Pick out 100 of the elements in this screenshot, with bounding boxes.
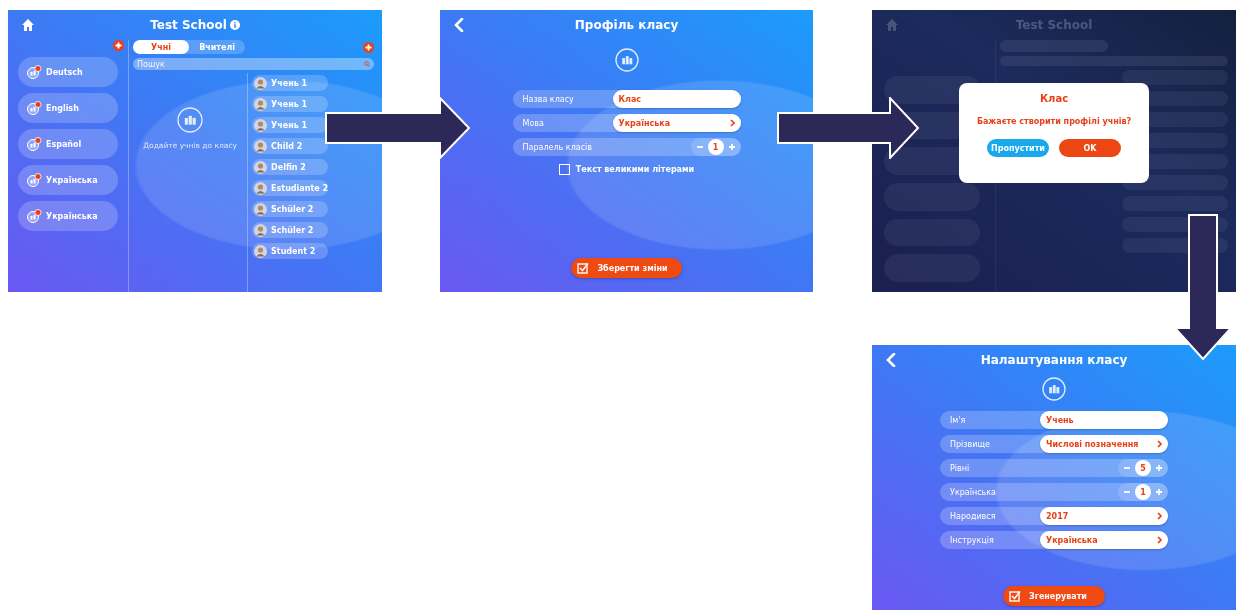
field-label: Назва класу bbox=[521, 94, 575, 104]
screen-title: Налаштування класу bbox=[980, 353, 1128, 367]
student-name: Student 2 bbox=[271, 246, 316, 256]
back-icon[interactable] bbox=[454, 18, 464, 32]
minus-icon[interactable] bbox=[1123, 464, 1131, 472]
student-name: Schüler 2 bbox=[271, 225, 314, 235]
add-icon[interactable] bbox=[363, 41, 374, 53]
tab[interactable]: Учні bbox=[133, 40, 190, 54]
class-card[interactable]: Українська bbox=[18, 201, 118, 231]
dropdown-value: Українська bbox=[618, 118, 671, 128]
chevron-icon bbox=[1157, 536, 1162, 544]
student-name: Учень 1 bbox=[271, 78, 308, 88]
action-button[interactable]: Зберегти зміни bbox=[571, 258, 682, 278]
class-icon bbox=[26, 101, 42, 115]
class-group-icon bbox=[1042, 377, 1066, 401]
student-row[interactable]: Учень 1 bbox=[252, 75, 328, 91]
home-icon bbox=[886, 19, 898, 31]
search-icon bbox=[364, 61, 370, 67]
checklist-icon bbox=[577, 262, 590, 274]
student-name: Schüler 2 bbox=[271, 204, 314, 214]
avatar-icon bbox=[254, 76, 268, 90]
field-label: Рівні bbox=[949, 463, 971, 473]
class-name: Українська bbox=[46, 211, 98, 221]
dialog-message: Бажаєте створити профілі учнів? bbox=[976, 117, 1132, 126]
ok-button[interactable]: OK bbox=[1059, 139, 1121, 157]
avatar-icon bbox=[254, 118, 268, 132]
student-row[interactable]: Учень 1 bbox=[252, 117, 328, 133]
info-icon[interactable] bbox=[229, 20, 240, 30]
avatar-icon bbox=[254, 97, 268, 111]
student-name: Estudiante 2 bbox=[271, 183, 328, 193]
chevron-icon bbox=[1157, 440, 1162, 448]
student-row[interactable]: Учень 1 bbox=[252, 96, 328, 112]
field-label: Інструкція bbox=[949, 535, 995, 545]
minus-icon[interactable] bbox=[1123, 488, 1131, 496]
field-label: Народився bbox=[949, 511, 997, 521]
stepper-value: 1 bbox=[1135, 484, 1151, 500]
dropdown-value: Числові позначення bbox=[1046, 439, 1139, 449]
dialog-title: Клас bbox=[1039, 93, 1069, 104]
class-card[interactable]: Українська bbox=[18, 165, 118, 195]
student-row[interactable]: Estudiante 2 bbox=[252, 180, 328, 196]
screen-title: Test School bbox=[150, 18, 227, 32]
avatar-icon bbox=[254, 223, 268, 237]
class-name: Deutsch bbox=[46, 67, 83, 77]
dropdown[interactable]: Українська bbox=[612, 114, 741, 132]
avatar-icon bbox=[254, 244, 268, 258]
student-name: Учень 1 bbox=[271, 120, 308, 130]
avatar-icon bbox=[254, 202, 268, 216]
student-row[interactable]: Delfin 2 bbox=[252, 159, 328, 175]
student-row[interactable]: Child 2 bbox=[252, 138, 328, 154]
action-button[interactable]: Згенерувати bbox=[1003, 586, 1105, 606]
class-icon bbox=[26, 137, 42, 151]
stepper-value: 1 bbox=[707, 139, 724, 155]
plus-icon[interactable] bbox=[1155, 488, 1163, 496]
dropdown[interactable]: Українська bbox=[1040, 531, 1168, 549]
class-card[interactable]: Español bbox=[18, 129, 118, 159]
dropdown-value: Українська bbox=[1046, 535, 1098, 545]
minus-icon[interactable] bbox=[695, 143, 704, 151]
plus-icon[interactable] bbox=[727, 143, 736, 151]
class-icon bbox=[26, 173, 42, 187]
add-icon[interactable] bbox=[113, 40, 125, 51]
field-label: Мова bbox=[521, 118, 545, 128]
tab[interactable]: Вчителі bbox=[189, 40, 246, 54]
home-icon[interactable] bbox=[22, 19, 34, 31]
field-label: Паралель класів bbox=[521, 142, 593, 152]
avatar-icon bbox=[254, 181, 268, 195]
stepper-value: 5 bbox=[1135, 460, 1151, 476]
class-group-icon bbox=[177, 107, 204, 133]
chevron-icon bbox=[1157, 512, 1162, 520]
class-name: Українська bbox=[46, 175, 98, 185]
back-icon[interactable] bbox=[886, 353, 896, 367]
class-icon bbox=[26, 209, 42, 223]
student-row[interactable]: Schüler 2 bbox=[252, 222, 328, 238]
class-icon bbox=[26, 65, 42, 79]
class-name: Español bbox=[46, 139, 82, 149]
dropdown[interactable]: 2017 bbox=[1040, 507, 1168, 525]
student-row[interactable]: Schüler 2 bbox=[252, 201, 328, 217]
student-name: Delfin 2 bbox=[271, 162, 306, 172]
avatar-icon bbox=[254, 160, 268, 174]
dropdown-value: 2017 bbox=[1046, 511, 1069, 521]
dropdown[interactable]: Числові позначення bbox=[1040, 435, 1168, 453]
screen-title: Профіль класу bbox=[574, 18, 679, 32]
input-field[interactable]: Клас bbox=[612, 90, 741, 108]
checklist-icon bbox=[1009, 590, 1022, 602]
chevron-icon bbox=[729, 119, 735, 127]
field-label: Ім'я bbox=[949, 415, 967, 425]
student-row[interactable]: Student 2 bbox=[252, 243, 328, 259]
class-group-icon bbox=[614, 48, 639, 72]
class-name: English bbox=[46, 103, 79, 113]
checkbox-label: Текст великими літерами bbox=[575, 165, 695, 174]
class-card[interactable]: Deutsch bbox=[18, 57, 118, 87]
field-label: Українська bbox=[949, 487, 997, 497]
input-field[interactable]: Учень bbox=[1040, 411, 1168, 429]
class-card[interactable]: English bbox=[18, 93, 118, 123]
field-label: Прізвище bbox=[949, 439, 991, 449]
avatar-icon bbox=[254, 139, 268, 153]
student-name: Child 2 bbox=[271, 141, 303, 151]
skip-button[interactable]: Пропустити bbox=[987, 139, 1049, 157]
plus-icon[interactable] bbox=[1155, 464, 1163, 472]
checkbox[interactable] bbox=[558, 164, 570, 175]
student-name: Учень 1 bbox=[271, 99, 308, 109]
